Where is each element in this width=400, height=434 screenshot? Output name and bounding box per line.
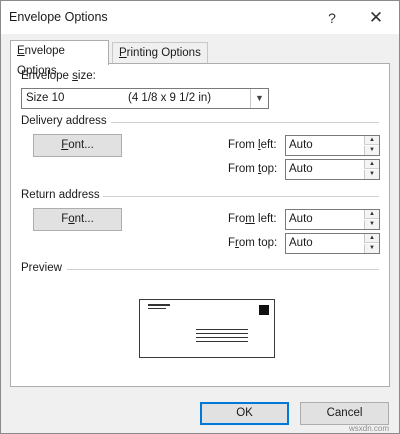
return-divider <box>103 196 379 197</box>
delivery-from-left-spinner[interactable]: Auto ▲ ▼ <box>285 135 380 156</box>
tab-envelope-options[interactable]: Envelope Options <box>10 40 109 77</box>
return-font-button[interactable]: Font... <box>33 208 122 231</box>
spin-down-icon[interactable]: ▼ <box>364 170 379 179</box>
tab-printing-options[interactable]: Printing Options <box>112 42 208 65</box>
envelope-size-select[interactable]: Size 10 (4 1/8 x 9 1/2 in) ▼ <box>21 88 269 109</box>
watermark-text: wsxdn.com <box>349 424 390 433</box>
preview-heading: Preview <box>21 262 62 274</box>
return-address-preview-line <box>148 304 170 306</box>
delivery-address-preview-line <box>196 333 248 334</box>
delivery-from-top-value[interactable]: Auto <box>289 163 313 175</box>
chevron-down-icon[interactable]: ▼ <box>250 89 268 108</box>
delivery-font-button[interactable]: Font... <box>33 134 122 157</box>
spin-down-icon[interactable]: ▼ <box>364 220 379 229</box>
delivery-address-preview-line <box>196 341 248 342</box>
return-from-top-value[interactable]: Auto <box>289 237 313 249</box>
spin-down-icon[interactable]: ▼ <box>364 146 379 155</box>
envelope-size-name: Size 10 <box>26 92 65 104</box>
close-button[interactable]: ✕ <box>367 8 385 28</box>
delivery-from-left-value[interactable]: Auto <box>289 139 313 151</box>
envelope-size-dimensions: (4 1/8 x 9 1/2 in) <box>128 92 212 104</box>
delivery-address-preview-line <box>196 329 248 330</box>
delivery-from-top-label: From top: <box>228 163 278 175</box>
preview-divider <box>67 269 379 270</box>
delivery-from-left-label: From left: <box>228 139 277 151</box>
envelope-options-panel: Envelope size: Size 10 (4 1/8 x 9 1/2 in… <box>10 63 390 387</box>
delivery-address-preview-line <box>196 337 248 338</box>
title-bar: Envelope Options ? ✕ <box>1 1 399 34</box>
delivery-address-heading: Delivery address <box>21 115 107 127</box>
ok-button[interactable]: OK <box>200 402 289 425</box>
return-from-left-spinner[interactable]: Auto ▲ ▼ <box>285 209 380 230</box>
tab-printing-options-accesskey: P <box>119 47 127 59</box>
spin-up-icon[interactable]: ▲ <box>364 160 379 169</box>
spin-up-icon[interactable]: ▲ <box>364 136 379 145</box>
delivery-divider <box>111 122 379 123</box>
cancel-button[interactable]: Cancel <box>300 402 389 425</box>
tab-envelope-options-accesskey: E <box>17 45 25 57</box>
dialog-title: Envelope Options <box>9 10 108 24</box>
return-from-top-label: From top: <box>228 237 278 249</box>
envelope-preview <box>139 299 275 358</box>
return-address-preview-line <box>148 308 166 309</box>
return-from-left-label: From left: <box>228 213 277 225</box>
envelope-options-dialog: Envelope Options ? ✕ Envelope Options Pr… <box>0 0 400 434</box>
spin-up-icon[interactable]: ▲ <box>364 210 379 219</box>
return-from-top-spinner[interactable]: Auto ▲ ▼ <box>285 233 380 254</box>
return-address-heading: Return address <box>21 189 100 201</box>
stamp-icon <box>259 305 269 315</box>
spin-up-icon[interactable]: ▲ <box>364 234 379 243</box>
help-button[interactable]: ? <box>323 8 341 28</box>
spin-down-icon[interactable]: ▼ <box>364 244 379 253</box>
delivery-from-top-spinner[interactable]: Auto ▲ ▼ <box>285 159 380 180</box>
return-from-left-value[interactable]: Auto <box>289 213 313 225</box>
